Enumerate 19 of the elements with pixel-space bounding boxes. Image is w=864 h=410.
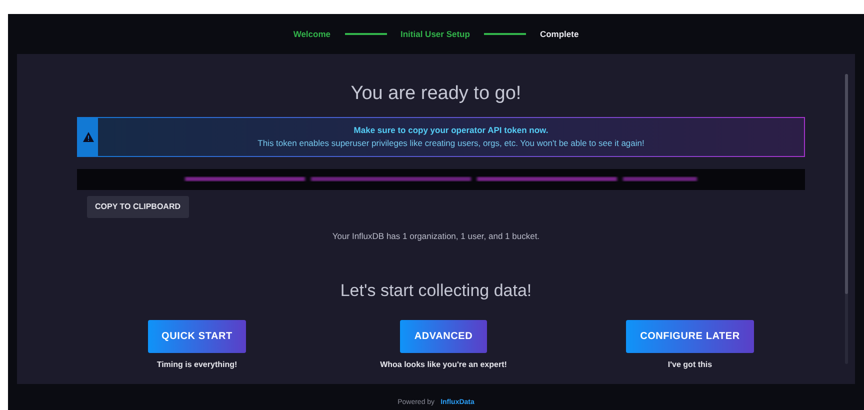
alert-text: This token enables superuser privileges like creating users, orgs, etc. You won't be able to see it again! <box>258 136 644 150</box>
option-button[interactable]: ADVANCED <box>400 320 487 353</box>
option-caption: Whoa looks like you're an expert! <box>380 358 507 371</box>
warning-icon <box>82 132 94 142</box>
option-button[interactable]: CONFIGURE LATER <box>626 320 754 353</box>
step-label: Welcome <box>293 28 330 40</box>
step-connector <box>344 33 386 35</box>
step-label: Complete <box>540 28 579 40</box>
option-caption: I've got this <box>668 358 712 371</box>
step-connector <box>484 33 526 35</box>
step-label: Initial User Setup <box>400 28 470 40</box>
section-title: Let's start collecting data! <box>340 281 532 300</box>
page-title: You are ready to go! <box>350 83 522 104</box>
copy-button[interactable]: COPY TO CLIPBOARD <box>87 196 188 218</box>
scrollbar-thumb[interactable] <box>845 74 848 294</box>
option-button[interactable]: QUICK START <box>148 320 246 353</box>
option-caption: Timing is everything! <box>156 358 238 371</box>
alert-heading: Make sure to copy your operator API token now. <box>354 124 548 136</box>
summary-text: Your InfluxDB has 1 organization, 1 user, and 1 bucket. <box>332 230 540 240</box>
